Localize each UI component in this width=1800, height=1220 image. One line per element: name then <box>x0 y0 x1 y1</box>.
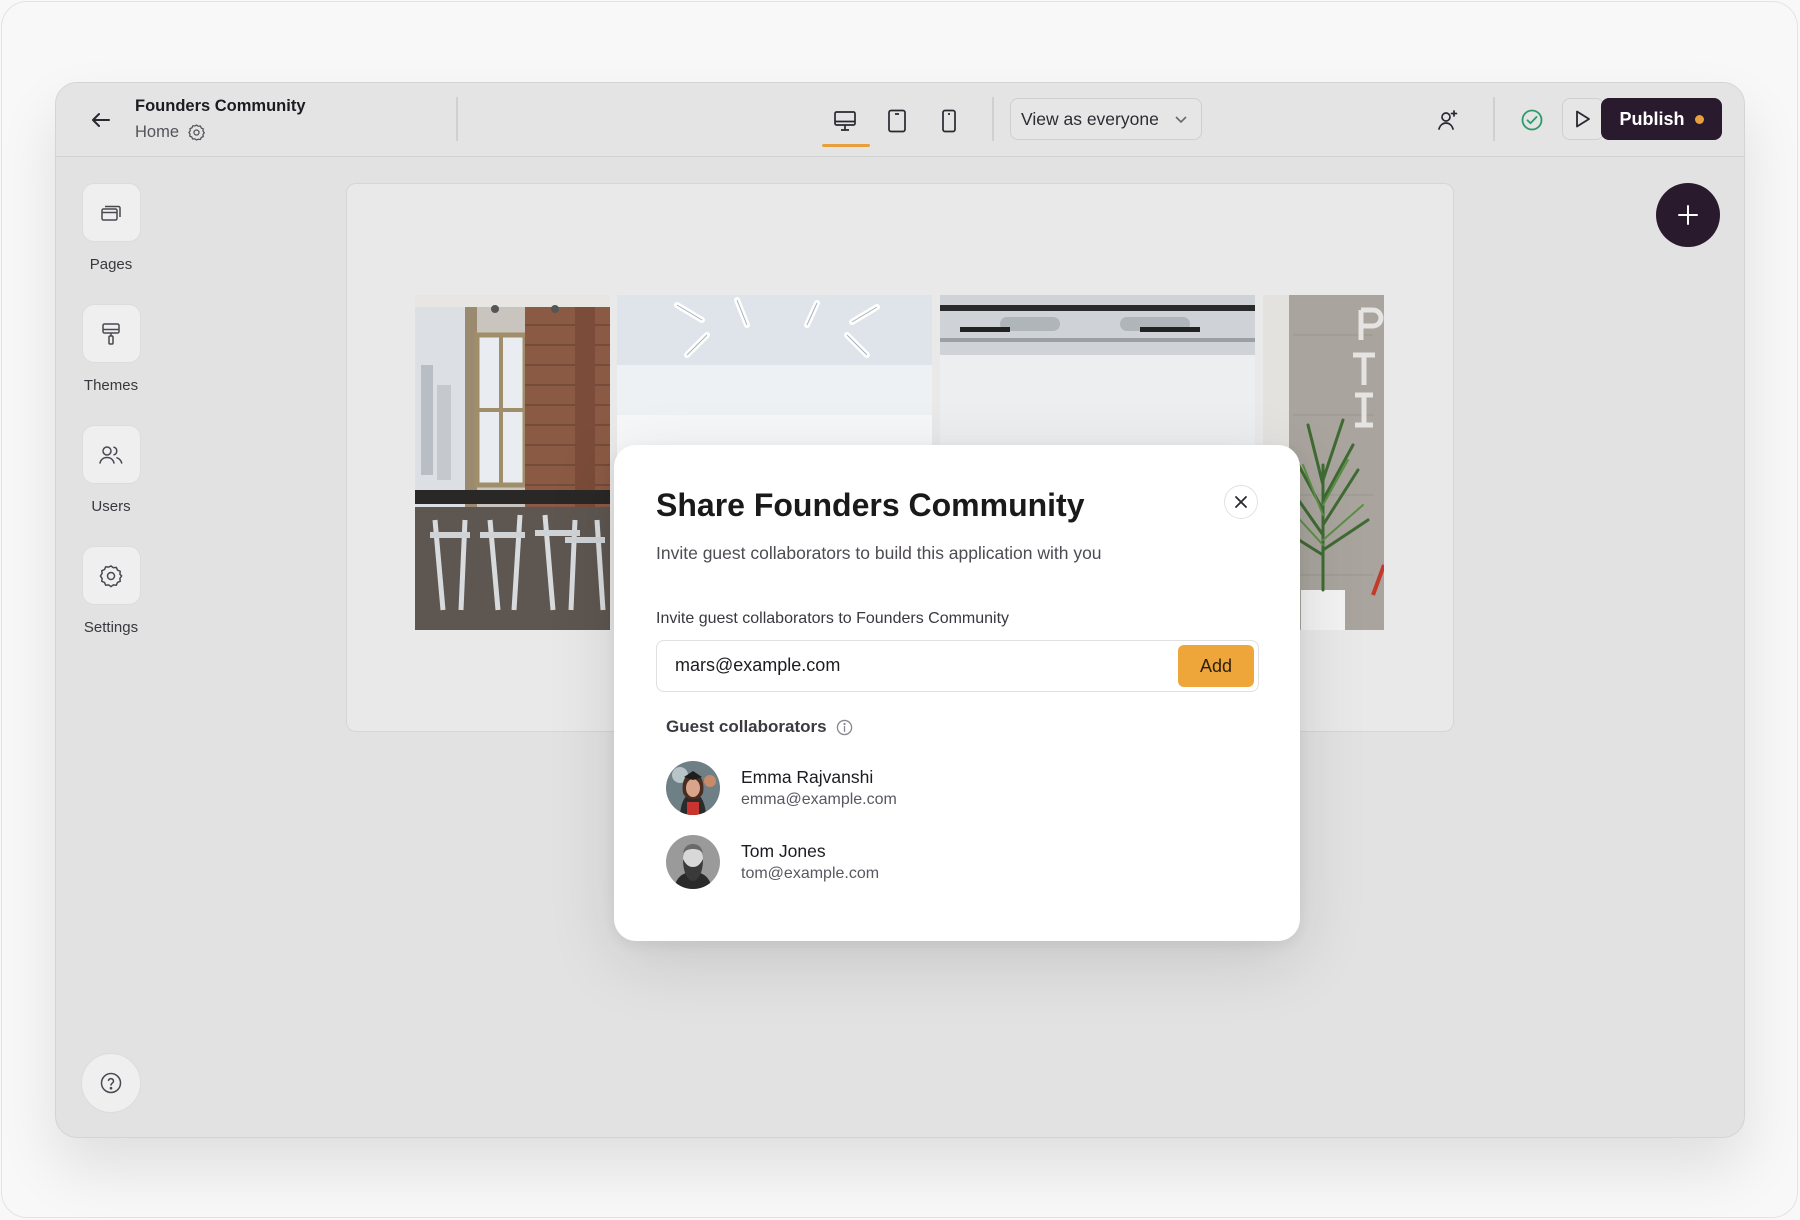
play-icon <box>1576 110 1590 128</box>
mobile-view-button[interactable] <box>926 101 972 141</box>
users-icon <box>99 445 123 464</box>
invite-user-button[interactable] <box>1428 100 1468 140</box>
gear-icon <box>99 564 123 588</box>
dialog-title: Share Founders Community <box>656 487 1085 523</box>
sidebar-item-themes[interactable]: Themes <box>81 304 141 394</box>
add-element-button[interactable] <box>1656 183 1720 247</box>
users-tile <box>81 425 141 484</box>
app-title: Founders Community <box>135 97 306 115</box>
guest-name: Emma Rajvanshi <box>741 767 874 787</box>
guest-name: Tom Jones <box>741 841 826 861</box>
tablet-icon <box>888 109 906 133</box>
preview-button[interactable] <box>1562 98 1604 140</box>
paint-roller-icon <box>102 322 120 345</box>
add-user-icon <box>1438 110 1458 130</box>
page-name: Home <box>135 123 180 141</box>
sidebar-item-label: Pages <box>89 256 133 273</box>
unpublished-changes-dot <box>1694 114 1704 124</box>
page-breadcrumb[interactable]: Home <box>135 123 206 142</box>
desktop-view-button[interactable] <box>822 101 870 147</box>
invite-field-label: Invite guest collaborators to Founders C… <box>656 610 1010 627</box>
divider <box>992 97 994 141</box>
view-as-label: View as everyone <box>1021 108 1159 129</box>
pages-tile <box>81 183 141 242</box>
saved-status-button[interactable] <box>1512 100 1552 140</box>
list-item: Emma Rajvanshi emma@example.com <box>666 761 1166 817</box>
avatar-emma <box>666 761 720 815</box>
dialog-subtitle: Invite guest collaborators to build this… <box>656 543 1102 563</box>
publish-label: Publish <box>1619 108 1685 129</box>
invite-field: Add <box>656 640 1259 692</box>
guests-heading-label: Guest collaborators <box>666 717 827 736</box>
invite-email-input[interactable] <box>675 641 1155 690</box>
guest-email: tom@example.com <box>741 865 880 882</box>
themes-tile <box>81 304 141 363</box>
help-button[interactable] <box>81 1053 141 1113</box>
sidebar-item-settings[interactable]: Settings <box>81 546 141 636</box>
guest-email: emma@example.com <box>741 791 897 808</box>
guest-collaborators-heading: Guest collaborators <box>666 717 853 737</box>
check-circle-icon <box>1521 109 1543 131</box>
pages-icon <box>101 205 121 221</box>
tablet-view-button[interactable] <box>874 101 920 141</box>
sidebar-item-pages[interactable]: Pages <box>81 183 141 273</box>
sidebar-item-label: Settings <box>83 619 139 636</box>
gear-icon[interactable] <box>187 123 206 142</box>
info-icon[interactable] <box>836 719 853 736</box>
loft-photo <box>415 295 610 630</box>
plus-icon <box>1678 205 1698 225</box>
avatar-tom <box>666 835 720 889</box>
back-button[interactable] <box>86 105 116 135</box>
view-as-select[interactable]: View as everyone <box>1010 98 1202 140</box>
sidebar-item-label: Users <box>91 498 131 515</box>
sidebar-item-label: Themes <box>83 377 139 394</box>
sidebar-item-users[interactable]: Users <box>81 425 141 515</box>
settings-tile <box>81 546 141 605</box>
desktop-icon <box>834 111 856 131</box>
list-item: Tom Jones tom@example.com <box>666 835 1166 891</box>
arrow-left-icon <box>92 113 110 127</box>
avatar <box>666 761 720 815</box>
divider <box>456 97 458 141</box>
publish-button[interactable]: Publish <box>1601 98 1722 140</box>
close-icon <box>1235 496 1247 508</box>
divider <box>1493 97 1495 141</box>
mobile-icon <box>942 109 956 133</box>
share-dialog: Share Founders Community Invite guest co… <box>614 445 1300 941</box>
top-bar: Founders Community Home View as everyone <box>56 83 1744 157</box>
app-window: Founders Community Home View as everyone <box>55 82 1745 1138</box>
help-icon <box>100 1072 122 1094</box>
close-button[interactable] <box>1224 485 1258 519</box>
chevron-down-icon <box>1175 116 1187 124</box>
add-button[interactable]: Add <box>1178 645 1254 687</box>
gallery-photo[interactable] <box>415 295 610 630</box>
avatar <box>666 835 720 889</box>
